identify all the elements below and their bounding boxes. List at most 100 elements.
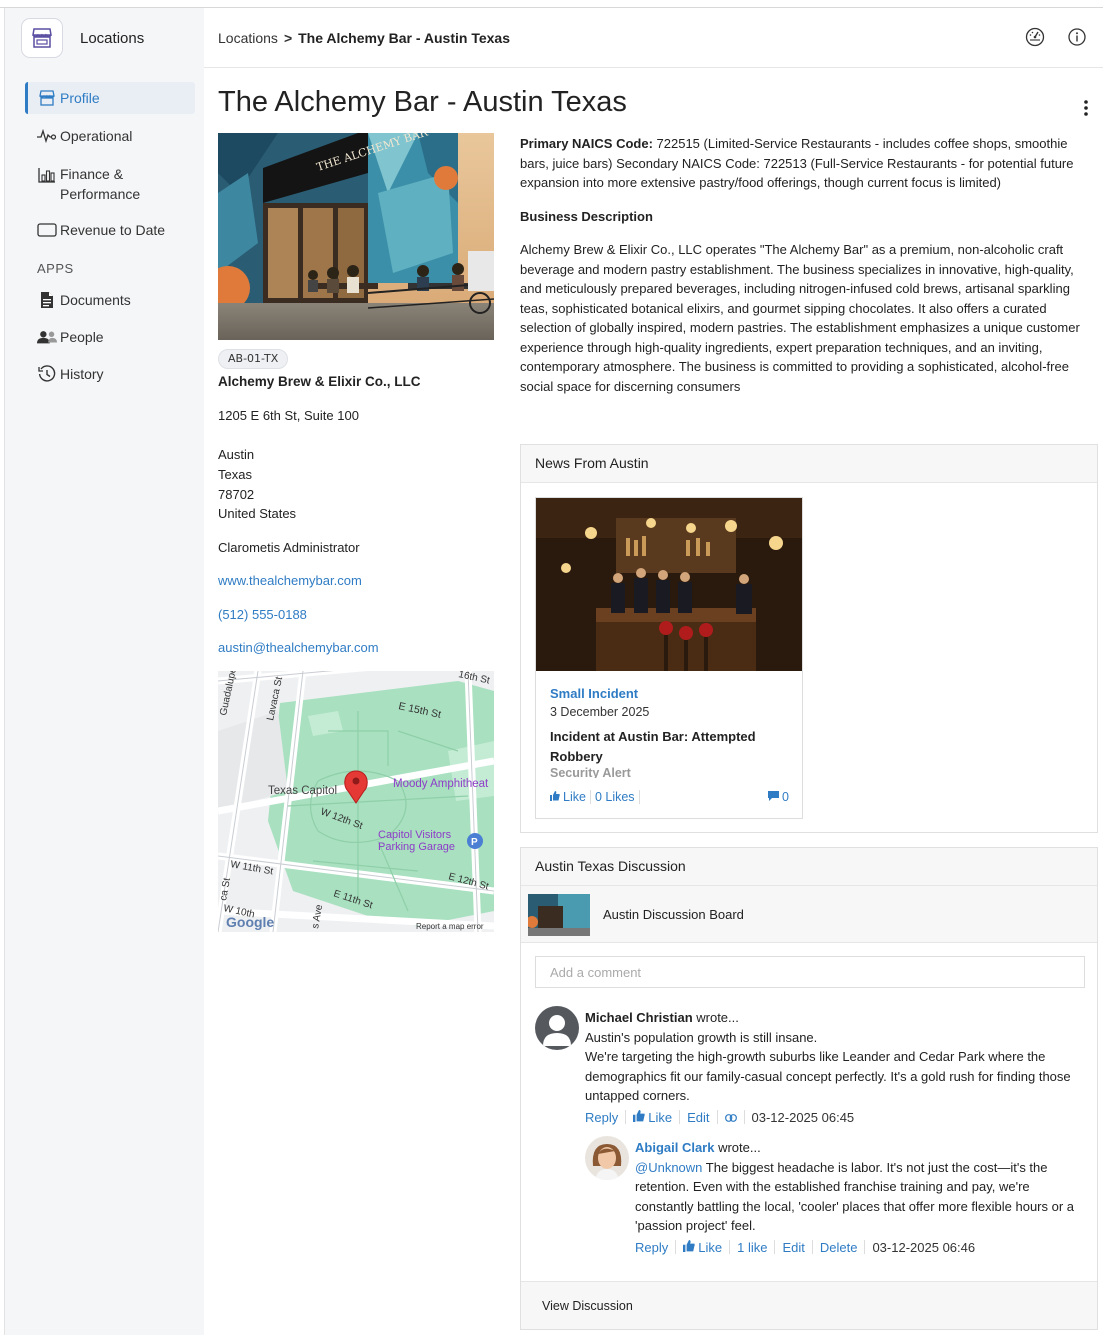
address-line1: 1205 E 6th St, Suite 100: [218, 408, 359, 423]
divider: [811, 1240, 813, 1255]
location-map[interactable]: Guadalupe Lavaca St E 15th St 16th St Te…: [218, 671, 494, 932]
location-code-badge: AB-01-TX: [218, 349, 289, 369]
comment-actions: Reply Like 1 like Edit Delete 03-12-2025…: [635, 1238, 1085, 1258]
more-options-icon[interactable]: [1080, 99, 1092, 120]
comment-author[interactable]: Abigail Clark: [635, 1140, 714, 1155]
discussion-board-name: Austin Discussion Board: [603, 907, 744, 922]
divider: [743, 1110, 745, 1125]
reply-button[interactable]: Reply: [585, 1108, 618, 1128]
divider: [729, 1240, 731, 1255]
location-photo: THE ALCHEMY BAR: [218, 133, 494, 340]
thumbs-up-icon: [550, 790, 560, 804]
divider: [716, 1110, 718, 1125]
comment-timestamp: 03-12-2025 06:46: [872, 1239, 976, 1255]
rectangle-icon: [37, 221, 57, 239]
app-title: Locations: [80, 30, 145, 47]
divider: [774, 1240, 776, 1255]
report-map-error-link[interactable]: Report a map error: [416, 922, 484, 931]
google-logo: Google: [226, 914, 274, 930]
top-bar: Locations > The Alchemy Bar - Austin Texas: [204, 8, 1103, 68]
administrator-name: Clarometis Administrator: [218, 540, 360, 555]
sidebar-item-label: Revenue to Date: [60, 222, 166, 238]
sidebar-item-history[interactable]: History: [25, 358, 195, 390]
dashboard-gauge-icon[interactable]: [1024, 26, 1046, 48]
document-icon: [37, 291, 57, 309]
company-name: Alchemy Brew & Elixir Co., LLC: [218, 374, 421, 389]
edit-button[interactable]: Edit: [687, 1108, 709, 1128]
breadcrumb-separator: >: [283, 30, 293, 46]
news-date: 3 December 2025: [550, 705, 650, 719]
divider: [864, 1240, 866, 1255]
view-discussion-button[interactable]: View Discussion: [521, 1281, 1097, 1329]
info-icon[interactable]: [1066, 26, 1088, 48]
storefront-logo-icon[interactable]: [21, 18, 63, 58]
news-item[interactable]: Small Incident 3 December 2025 Incident …: [535, 497, 803, 819]
comment-text-line2: We're targeting the high-growth suburbs …: [585, 1049, 1071, 1103]
sidebar-item-profile[interactable]: Profile: [25, 82, 195, 114]
view-discussion-label: View Discussion: [542, 1299, 633, 1313]
add-comment-input[interactable]: Add a comment: [535, 956, 1085, 988]
business-description-body: Alchemy Brew & Elixir Co., LLC operates …: [520, 242, 1080, 394]
news-card-heading: News From Austin: [521, 445, 1097, 483]
avatar: [535, 1006, 579, 1050]
comment-text: @Unknown The biggest headache is labor. …: [635, 1158, 1085, 1236]
comment-timestamp: 03-12-2025 06:45: [751, 1109, 855, 1125]
sidebar-item-operational[interactable]: Operational: [25, 120, 195, 152]
comment-header: Abigail Clark wrote...: [635, 1138, 1085, 1158]
divider: [625, 1110, 627, 1125]
email-link[interactable]: austin@thealchemybar.com: [218, 640, 379, 655]
discussion-card-heading: Austin Texas Discussion: [521, 848, 1097, 886]
news-like-count[interactable]: 0 Likes: [595, 790, 635, 804]
breadcrumb-current: The Alchemy Bar - Austin Texas: [298, 30, 510, 46]
link-icon[interactable]: [724, 1108, 737, 1128]
address-city: Austin: [218, 447, 255, 462]
edit-button[interactable]: Edit: [782, 1238, 804, 1258]
sidebar-item-people[interactable]: People: [25, 321, 195, 353]
phone-link[interactable]: (512) 555-0188: [218, 607, 307, 622]
divider: [589, 790, 591, 804]
like-button[interactable]: Like: [698, 1238, 722, 1258]
sidebar: Locations Profile Operational Finance & …: [4, 8, 204, 1335]
avatar: [585, 1136, 629, 1180]
discussion-board-thumbnail: [528, 894, 590, 936]
comment-header: Michael Christian wrote...: [585, 1008, 1085, 1028]
sidebar-item-label: People: [60, 329, 104, 345]
sidebar-item-label: Documents: [60, 292, 131, 308]
sidebar-item-revenue[interactable]: Revenue to Date: [25, 214, 195, 246]
divider: [675, 1240, 677, 1255]
address-zip: 78702: [218, 487, 255, 502]
map-label-garage: Parking Garage: [378, 841, 455, 853]
breadcrumb: Locations > The Alchemy Bar - Austin Texas: [218, 30, 510, 46]
people-icon: [37, 328, 57, 346]
news-actions: Like 0 Likes: [550, 790, 644, 804]
storefront-icon: [37, 89, 57, 107]
comment-icon: [768, 790, 779, 804]
like-button[interactable]: Like: [648, 1108, 672, 1128]
comment-author[interactable]: Michael Christian: [585, 1010, 693, 1025]
news-comments[interactable]: 0: [768, 790, 789, 804]
discussion-board-row[interactable]: Austin Discussion Board: [521, 886, 1097, 943]
naics-label: Primary NAICS Code:: [520, 136, 653, 151]
mention-link[interactable]: @Unknown: [635, 1160, 702, 1175]
map-label-visitors: Capitol Visitors: [378, 829, 452, 841]
comment-actions: Reply Like Edit 03-12-2025 06:45: [585, 1108, 1085, 1128]
like-count[interactable]: 1 like: [737, 1238, 767, 1258]
delete-button[interactable]: Delete: [820, 1238, 858, 1258]
map-label-moody: Moody Amphitheat: [393, 778, 489, 790]
news-subtitle: Security Alert: [550, 766, 631, 778]
sidebar-item-finance[interactable]: Finance & Performance: [25, 164, 195, 204]
news-title[interactable]: Incident at Austin Bar: Attempted Robber…: [550, 727, 780, 767]
sidebar-item-documents[interactable]: Documents: [25, 284, 195, 316]
comment-wrote: wrote...: [692, 1010, 739, 1025]
news-comment-count: 0: [782, 790, 789, 804]
comment-michael: Michael Christian wrote... Austin's popu…: [585, 1008, 1085, 1127]
website-link[interactable]: www.thealchemybar.com: [218, 573, 362, 588]
news-like-button[interactable]: Like: [563, 790, 586, 804]
reply-button[interactable]: Reply: [635, 1238, 668, 1258]
finance-label-text: Finance & Performance: [60, 166, 141, 202]
discussion-card: Austin Texas Discussion Austin Discussio…: [520, 847, 1098, 1330]
news-category-link[interactable]: Small Incident: [550, 686, 638, 701]
pulse-icon: [37, 127, 57, 145]
map-label-capitol: Texas Capitol: [268, 785, 337, 797]
breadcrumb-root-link[interactable]: Locations: [218, 30, 278, 46]
